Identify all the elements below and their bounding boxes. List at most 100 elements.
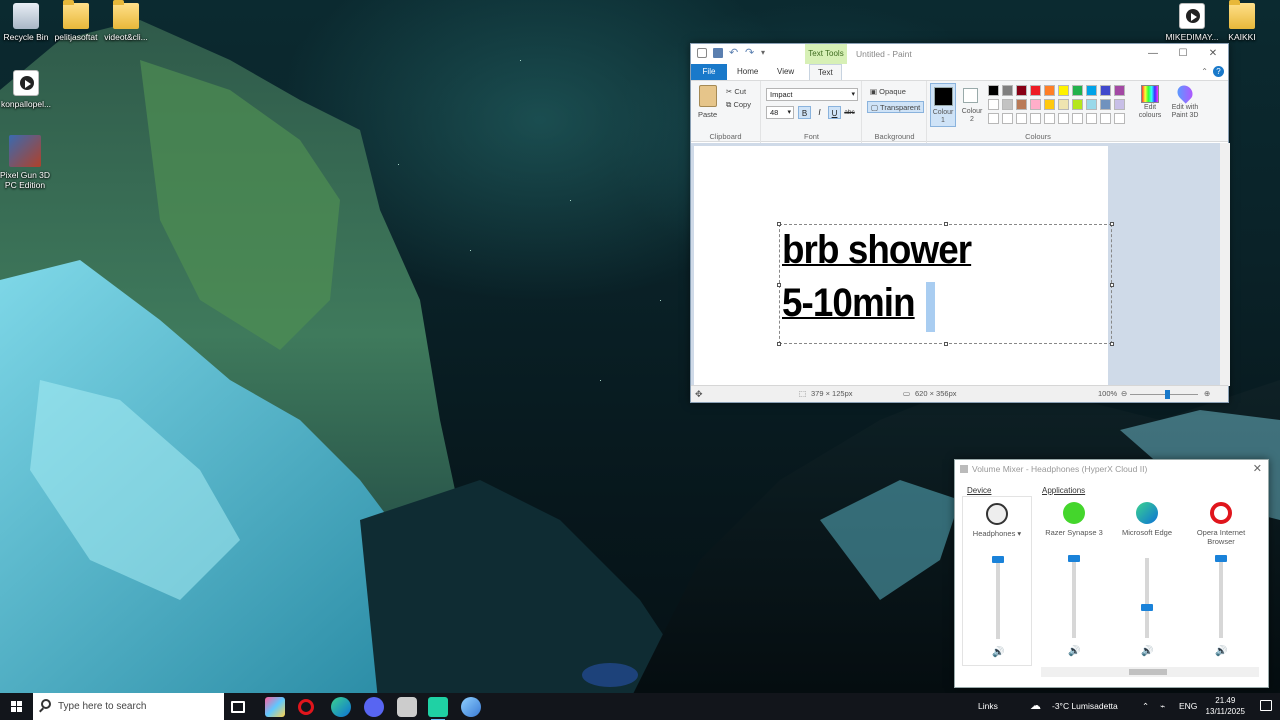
desktop-icon-video[interactable]: MIKEDIMAY... <box>1164 3 1220 42</box>
desktop-icon-folder[interactable]: KAIKKI <box>1214 0 1270 42</box>
desktop-icon-recycle-bin[interactable]: Recycle Bin <box>0 3 54 42</box>
tab-view[interactable]: View <box>769 64 802 80</box>
palette-swatch-empty[interactable] <box>1072 113 1083 124</box>
channel-name[interactable]: Headphones ▾ <box>963 529 1031 538</box>
palette-swatch[interactable] <box>1086 85 1097 96</box>
mute-speaker-icon[interactable]: 🔊 <box>1068 646 1080 657</box>
palette-swatch-empty[interactable] <box>1086 113 1097 124</box>
volume-slider-track[interactable] <box>996 559 1000 639</box>
paint-taskbar-icon[interactable] <box>428 697 448 720</box>
palette-swatch[interactable] <box>1058 99 1069 110</box>
palette-swatch[interactable] <box>1072 85 1083 96</box>
notification-icon[interactable] <box>1260 700 1272 711</box>
canvas-area[interactable]: brb shower 5-10min <box>691 143 1230 386</box>
palette-swatch[interactable] <box>1072 99 1083 110</box>
mute-speaker-icon[interactable]: 🔊 <box>992 647 1004 658</box>
minimize-ribbon-icon[interactable]: ⌃ <box>1201 67 1208 76</box>
minimize-button[interactable]: — <box>1138 44 1168 64</box>
opera-taskbar-icon[interactable] <box>298 699 314 715</box>
volume-slider-thumb[interactable] <box>992 556 1004 563</box>
desktop-icon-folder[interactable]: pelitjasoftat <box>48 0 104 42</box>
mute-speaker-icon[interactable]: 🔊 <box>1141 646 1153 657</box>
palette-swatch-empty[interactable] <box>1058 113 1069 124</box>
palette-swatch[interactable] <box>1030 85 1041 96</box>
volume-slider-thumb[interactable] <box>1215 555 1227 562</box>
desktop-icon-folder[interactable]: videot&cli... <box>98 0 154 42</box>
palette-swatch[interactable] <box>1086 99 1097 110</box>
volume-slider-track[interactable] <box>1072 558 1076 638</box>
mixer-title-bar[interactable]: Volume Mixer - Headphones (HyperX Cloud … <box>960 464 1147 474</box>
underline-button[interactable]: U <box>828 106 841 119</box>
desktop-icon-video[interactable]: konpallopel... <box>0 70 54 109</box>
volume-slider-track[interactable] <box>1145 558 1149 638</box>
palette-swatch[interactable] <box>1058 85 1069 96</box>
transparent-option[interactable]: ▢ Transparent <box>867 101 925 113</box>
zoom-slider-thumb[interactable] <box>1165 390 1170 399</box>
taskbar-clock[interactable]: 21.49 13/11/2025 <box>1206 695 1245 717</box>
italic-button[interactable]: I <box>813 106 826 119</box>
palette-swatch[interactable] <box>1002 85 1013 96</box>
maximize-button[interactable]: ☐ <box>1168 44 1198 64</box>
edge-taskbar-icon[interactable] <box>331 697 351 717</box>
copy-button[interactable]: ⧉ Copy <box>726 100 751 110</box>
palette-swatch[interactable] <box>1016 85 1027 96</box>
canvas-text-line-1[interactable]: brb shower <box>782 228 972 273</box>
palette-swatch[interactable] <box>1100 99 1111 110</box>
zoom-slider-track[interactable] <box>1130 394 1198 395</box>
palette-swatch-empty[interactable] <box>988 113 999 124</box>
task-view-icon[interactable] <box>231 701 245 713</box>
palette-swatch[interactable] <box>988 85 999 96</box>
cut-button[interactable]: ✂ Cut <box>726 87 746 96</box>
network-icon[interactable]: ⌁ <box>1160 693 1165 720</box>
palette-swatch[interactable] <box>1030 99 1041 110</box>
discord-icon[interactable] <box>364 697 384 717</box>
resize-handle[interactable] <box>1110 222 1114 226</box>
zoom-out-button[interactable]: ⊖ <box>1121 389 1127 398</box>
palette-swatch[interactable] <box>1114 85 1125 96</box>
tab-home[interactable]: Home <box>729 64 766 80</box>
taskbar-search-box[interactable]: Type here to search <box>33 693 224 720</box>
tab-text[interactable]: Text <box>809 64 842 80</box>
help-icon[interactable]: ? <box>1213 66 1224 77</box>
weather-widget[interactable]: -3°C Lumisadetta <box>1052 693 1118 720</box>
palette-swatch[interactable] <box>1016 99 1027 110</box>
bold-button[interactable]: B <box>798 106 811 119</box>
steam-icon[interactable] <box>397 697 417 717</box>
palette-swatch[interactable] <box>1044 85 1055 96</box>
resize-handle[interactable] <box>777 283 781 287</box>
colour-palette[interactable] <box>988 85 1134 129</box>
palette-swatch[interactable] <box>1044 99 1055 110</box>
capcut-icon[interactable] <box>265 697 285 717</box>
volume-slider-thumb[interactable] <box>1141 604 1153 612</box>
save-icon[interactable] <box>713 48 723 58</box>
vertical-scrollbar[interactable] <box>1220 143 1230 386</box>
resize-handle[interactable] <box>777 342 781 346</box>
edit-colours-button[interactable]: Edit colours <box>1135 83 1165 127</box>
colour2-button[interactable]: Colour 2 <box>959 83 985 127</box>
font-size-select[interactable]: 48 <box>766 106 794 119</box>
palette-swatch-empty[interactable] <box>1044 113 1055 124</box>
resize-handle[interactable] <box>777 222 781 226</box>
volume-slider-thumb[interactable] <box>1068 555 1080 562</box>
text-box[interactable]: brb shower 5-10min <box>777 222 1114 346</box>
volume-mixer-window[interactable]: Volume Mixer - Headphones (HyperX Cloud … <box>954 459 1269 688</box>
colour1-button[interactable]: Colour 1 <box>930 83 956 127</box>
paint-window[interactable]: ↶ ↷ ▾ Text Tools Untitled - Paint — ☐ ✕ … <box>690 43 1230 403</box>
palette-swatch-empty[interactable] <box>1016 113 1027 124</box>
edit-with-paint3d-button[interactable]: Edit with Paint 3D <box>1168 82 1202 127</box>
paste-button[interactable]: Paste <box>698 110 717 119</box>
palette-swatch[interactable] <box>1002 99 1013 110</box>
close-button[interactable]: ✕ <box>1198 44 1228 64</box>
language-indicator[interactable]: ENG <box>1179 693 1197 720</box>
horizontal-scrollbar[interactable] <box>1041 667 1259 677</box>
customize-qat-icon[interactable]: ▾ <box>761 48 767 58</box>
tab-file[interactable]: File <box>691 64 727 80</box>
palette-swatch-empty[interactable] <box>1100 113 1111 124</box>
paste-icon[interactable] <box>699 85 717 107</box>
app-taskbar-icon[interactable] <box>461 697 481 717</box>
canvas-text-line-2[interactable]: 5-10min <box>782 281 916 326</box>
redo-icon[interactable]: ↷ <box>745 48 755 59</box>
resize-handle[interactable] <box>1110 283 1114 287</box>
palette-swatch-empty[interactable] <box>1002 113 1013 124</box>
undo-icon[interactable]: ↶ <box>729 48 739 59</box>
